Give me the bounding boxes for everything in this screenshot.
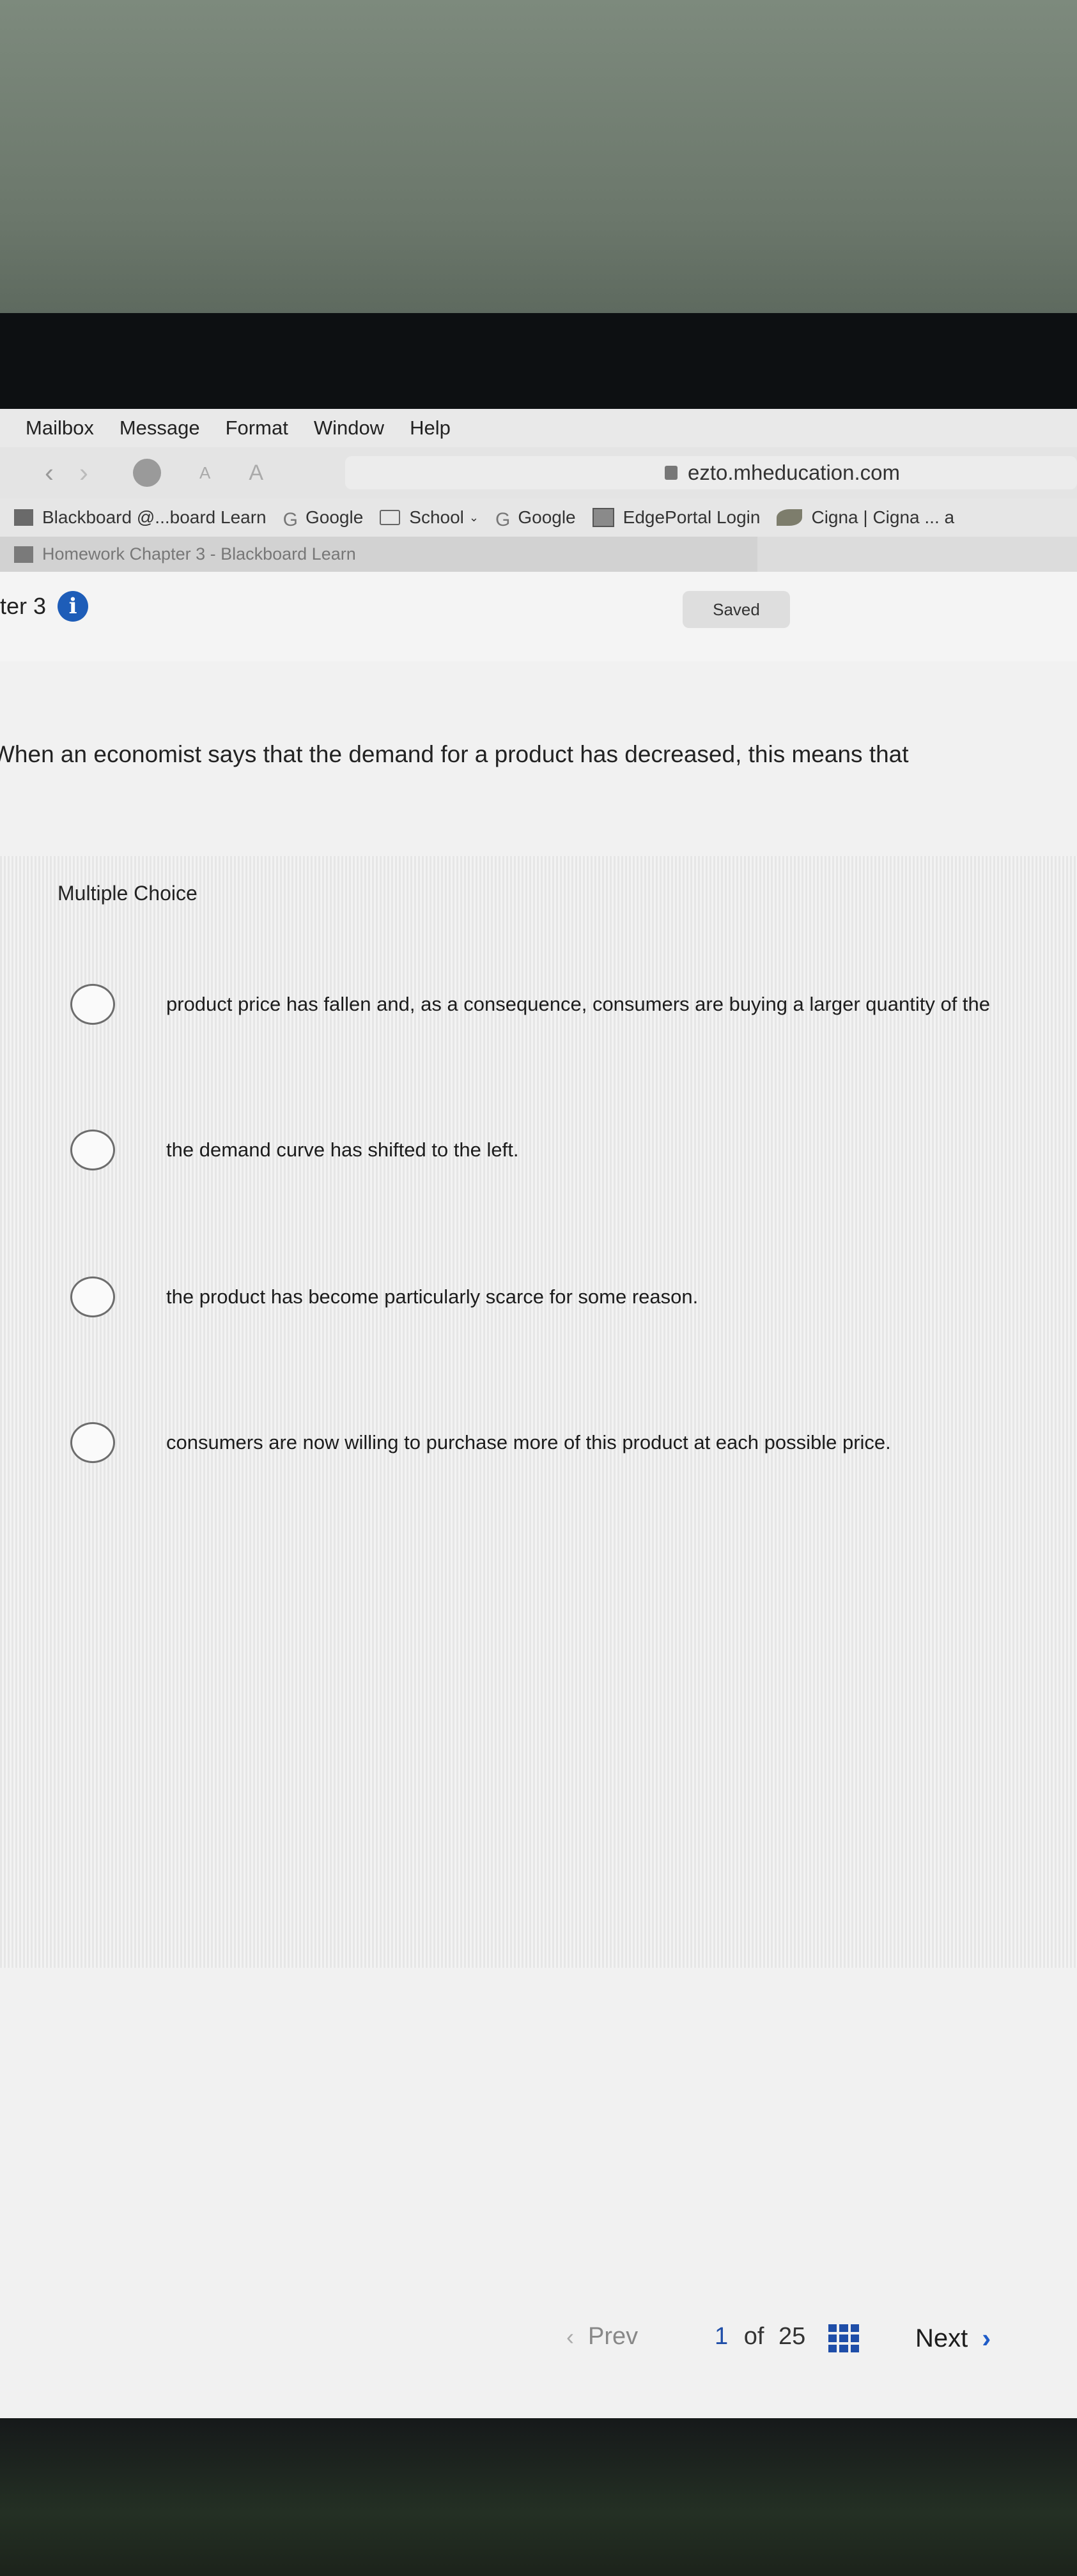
choice-option-a[interactable]: product price has fallen and, as a conse… [70,984,990,1025]
tab-bar: Homework Chapter 3 - Blackboard Learn [0,537,1077,572]
grid-icon[interactable] [828,2324,859,2352]
saved-indicator: Saved [683,591,790,628]
choice-text: the demand curve has shifted to the left… [166,1138,519,1161]
back-icon[interactable]: ‹ [45,457,54,488]
prev-button[interactable]: ‹ Prev [566,2323,638,2350]
google-icon: G [495,509,511,530]
page-current: 1 [715,2323,729,2350]
cigna-icon [777,509,803,526]
folder-icon [380,510,401,525]
tab-title: Homework Chapter 3 - Blackboard Learn [42,544,356,564]
page-total: 25 [778,2323,806,2350]
bookmark-cigna[interactable]: Cigna | Cigna ... a [777,507,954,528]
bookmark-blackboard[interactable]: Blackboard @...board Learn [14,507,267,528]
monitor-bezel [0,313,1077,409]
question-prompt: When an economist says that the demand f… [0,741,909,767]
info-icon[interactable]: i [58,591,89,622]
tab-homework[interactable]: Homework Chapter 3 - Blackboard Learn [0,537,757,572]
bookmark-google[interactable]: G Google [283,507,364,530]
page-indicator[interactable]: 1 of 25 [715,2323,805,2350]
page-of: of [743,2323,764,2350]
url-text: ezto.mheducation.com [688,461,901,484]
bookmark-edgeportal[interactable]: EdgePortal Login [592,507,761,528]
radio-button[interactable] [70,1130,115,1170]
question-text: When an economist says that the demand f… [0,741,1077,768]
bookmark-google-2[interactable]: G Google [495,507,576,530]
text-smaller-button[interactable]: A [199,463,210,483]
text-larger-button[interactable]: A [249,461,263,486]
choice-option-c[interactable]: the product has become particularly scar… [70,1276,698,1317]
radio-button[interactable] [70,1276,115,1317]
prev-label: Prev [588,2323,639,2350]
blackboard-icon [14,546,33,563]
chapter-title: ter 3 i [0,591,89,622]
menu-mailbox[interactable]: Mailbox [26,417,94,440]
bookmarks-bar: Blackboard @...board Learn G Google Scho… [0,498,1077,537]
bookmark-school-folder[interactable]: School ⌄ [380,507,479,528]
choice-text: product price has fallen and, as a conse… [166,993,991,1015]
google-icon: G [283,509,298,530]
bookmark-label: Google [518,507,576,527]
bookmark-label: EdgePortal Login [623,507,761,527]
menu-help[interactable]: Help [410,417,451,440]
chevron-down-icon: ⌄ [469,510,479,524]
lock-icon [665,466,678,480]
menu-window[interactable]: Window [314,417,384,440]
forward-icon[interactable]: › [79,457,88,488]
edgeportal-icon [592,508,614,527]
menu-bar: Mailbox Message Format Window Help [0,409,1077,447]
chapter-label: ter 3 [0,593,47,619]
blackboard-icon [14,509,33,526]
toolbar: ‹ › A A ezto.mheducation.com [0,447,1077,498]
choice-text: the product has become particularly scar… [166,1285,699,1308]
chevron-left-icon: ‹ [566,2323,574,2350]
choice-text: consumers are now willing to purchase mo… [166,1431,891,1453]
radio-button[interactable] [70,1422,115,1463]
account-icon[interactable] [133,459,161,487]
bookmark-label: Google [305,507,364,527]
browser-screen: Mailbox Message Format Window Help ‹ › A… [0,409,1077,2418]
menu-format[interactable]: Format [226,417,288,440]
bookmark-label: Blackboard @...board Learn [42,507,267,527]
radio-button[interactable] [70,984,115,1025]
background-wall [0,0,1077,313]
menu-message[interactable]: Message [120,417,200,440]
multiple-choice-label: Multiple Choice [58,882,198,905]
address-bar[interactable]: ezto.mheducation.com [345,456,1077,489]
multiple-choice-panel: Multiple Choice product price has fallen… [0,856,1077,1968]
choice-option-d[interactable]: consumers are now willing to purchase mo… [70,1422,891,1463]
next-button[interactable]: Next › [915,2323,991,2354]
bookmark-label: Cigna | Cigna ... a [811,507,955,527]
chevron-right-icon: › [982,2323,991,2353]
desk-foreground [0,2418,1077,2576]
bookmark-label: School [409,507,464,527]
choice-option-b[interactable]: the demand curve has shifted to the left… [70,1130,518,1170]
next-label: Next [915,2324,968,2352]
assignment-header: ter 3 i Saved [0,572,1077,661]
question-navigation: ‹ Prev 1 of 25 Next › [0,2313,1077,2364]
